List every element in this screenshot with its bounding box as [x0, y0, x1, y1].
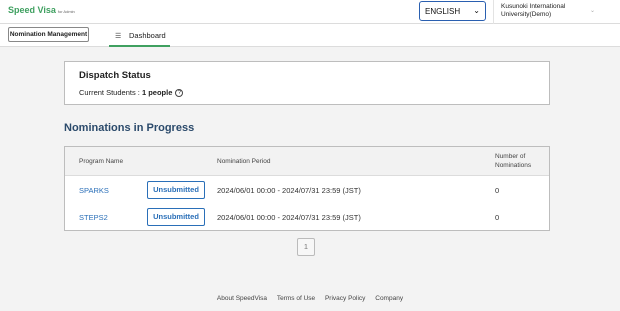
- nominations-table: Program Name Nomination Period Number of…: [64, 146, 550, 231]
- footer-link-about[interactable]: About SpeedVisa: [217, 295, 267, 302]
- nomination-count: 0: [495, 213, 500, 222]
- current-students-label: Current Students :: [79, 88, 142, 97]
- chevron-down-icon: ⌄: [473, 6, 480, 15]
- top-header: Speed Visa for Admin ENGLISH ⌄ Kusunoki I…: [0, 0, 620, 24]
- column-nomination-period: Nomination Period: [217, 158, 271, 165]
- language-select[interactable]: ENGLISH ⌄: [419, 1, 486, 21]
- footer: About SpeedVisa Terms of Use Privacy Pol…: [0, 295, 620, 302]
- dispatch-status-card: Dispatch Status Current Students : 1 peo…: [64, 61, 550, 105]
- current-students-value: 1 people: [141, 88, 173, 97]
- university-name[interactable]: Kusunoki International University(Demo): [501, 3, 581, 19]
- table-header: Program Name Nomination Period Number of…: [65, 147, 549, 176]
- program-link[interactable]: STEPS2: [79, 213, 108, 222]
- language-selected-value: ENGLISH: [425, 7, 461, 16]
- logo-subtext: for Admin: [57, 9, 75, 14]
- nomination-period: 2024/06/01 00:00 - 2024/07/31 23:59 (JST…: [217, 213, 361, 222]
- question-circle-icon[interactable]: ?: [175, 89, 184, 98]
- dispatch-status-title: Dispatch Status: [79, 70, 151, 81]
- tab-dashboard-label: Dashboard: [129, 31, 166, 40]
- footer-link-company[interactable]: Company: [375, 295, 403, 302]
- nomination-period: 2024/06/01 00:00 - 2024/07/31 23:59 (JST…: [217, 186, 361, 195]
- account-chevron-down-icon[interactable]: ⌄: [590, 7, 595, 14]
- nomination-management-button[interactable]: Nomination Management: [8, 27, 89, 42]
- list-icon: ☰: [115, 33, 122, 40]
- header-divider: [493, 0, 494, 24]
- footer-link-privacy[interactable]: Privacy Policy: [325, 295, 365, 302]
- status-button[interactable]: Unsubmitted: [147, 181, 205, 199]
- column-number-of-nominations: Number of Nominations: [495, 153, 532, 169]
- footer-link-terms[interactable]: Terms of Use: [277, 295, 315, 302]
- nominations-section-title: Nominations in Progress: [64, 122, 195, 134]
- logo-text: Speed Visa: [8, 5, 56, 15]
- status-button[interactable]: Unsubmitted: [147, 208, 205, 226]
- current-students: Current Students : 1 people?: [79, 88, 184, 98]
- pagination-page-button[interactable]: 1: [297, 238, 315, 256]
- secondary-nav: Nomination Management ☰ Dashboard: [0, 24, 620, 47]
- app-logo[interactable]: Speed Visa for Admin: [8, 5, 75, 15]
- column-program-name: Program Name: [79, 158, 124, 165]
- nomination-count: 0: [495, 186, 500, 195]
- table-row: STEPS2 Unsubmitted 2024/06/01 00:00 - 20…: [65, 204, 549, 231]
- table-row: SPARKS Unsubmitted 2024/06/01 00:00 - 20…: [65, 177, 549, 204]
- tab-dashboard[interactable]: ☰ Dashboard: [109, 24, 170, 47]
- program-link[interactable]: SPARKS: [79, 186, 109, 195]
